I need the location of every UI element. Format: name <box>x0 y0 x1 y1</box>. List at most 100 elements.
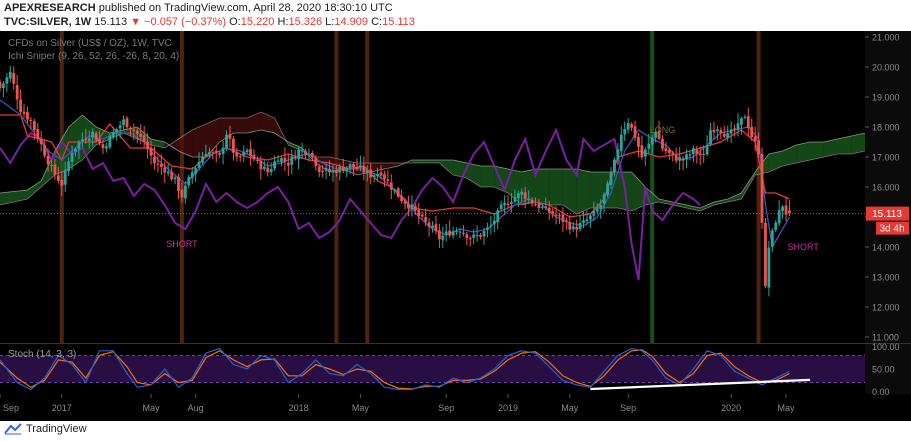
high-label: H: <box>277 16 289 28</box>
candle-body <box>310 152 314 157</box>
candle-body <box>733 128 736 130</box>
candle-body <box>455 231 458 233</box>
candle-body <box>389 182 393 190</box>
candle-body <box>29 119 33 121</box>
candle-body <box>599 205 603 209</box>
ichimoku-cloud-segment <box>480 166 495 187</box>
candle-body <box>280 158 283 162</box>
candle-body <box>698 153 702 156</box>
candle-body <box>510 201 513 204</box>
tradingview-footer: TradingView <box>4 423 87 435</box>
ichimoku-cloud-segment <box>851 133 865 154</box>
time-axis-label: Aug <box>188 403 204 413</box>
time-axis-label: Sep <box>438 403 454 413</box>
candle-body <box>221 147 225 155</box>
candle-body <box>362 165 366 173</box>
countdown-tag: 3d 4h <box>876 221 909 235</box>
candle-body <box>613 159 616 173</box>
time-axis-label: Sep <box>3 403 19 413</box>
candle-body <box>204 153 208 157</box>
candle-body <box>146 141 149 150</box>
publisher-name: APEXRESEARCH <box>4 2 96 14</box>
open-value: 15.220 <box>240 16 275 28</box>
low-value: 14.909 <box>334 16 369 28</box>
candle-body <box>582 220 585 223</box>
candle-body <box>647 143 651 149</box>
candle-body <box>513 197 517 202</box>
candle-body <box>77 142 81 149</box>
candle-body <box>685 154 688 160</box>
candle-body <box>22 111 26 114</box>
candle-body <box>496 210 500 223</box>
candle-body <box>32 121 36 131</box>
candle-body <box>225 134 228 149</box>
candle-body <box>50 164 53 166</box>
ichimoku-cloud-segment <box>576 169 591 214</box>
candle-body <box>544 206 548 209</box>
candle-body <box>746 116 750 128</box>
candle-body <box>427 222 431 227</box>
candle-body <box>633 126 637 138</box>
candle-body <box>774 222 778 231</box>
candle-body <box>609 172 613 185</box>
candle-body <box>262 166 266 170</box>
candle-body <box>678 157 682 161</box>
candle-body <box>554 214 558 216</box>
price-axis-label: 17.000 <box>872 153 900 163</box>
candle-body <box>269 168 273 173</box>
candle-body <box>0 81 2 89</box>
candle-body <box>245 150 249 152</box>
time-axis-label: May <box>778 403 796 413</box>
candle-body <box>465 234 469 239</box>
candle-body <box>53 164 57 175</box>
candle-body <box>705 145 709 155</box>
candle-body <box>328 168 331 173</box>
candle-body <box>630 124 633 128</box>
stoch-band-fill <box>0 355 865 383</box>
candle-body <box>506 203 510 206</box>
candle-body <box>297 150 301 159</box>
candle-body <box>534 204 537 206</box>
candle-body <box>142 135 146 143</box>
indicator-legend: Ichi Sniper (9, 26, 52, 26, -26, 8, 20, … <box>8 51 179 62</box>
candle-body <box>537 203 541 209</box>
ichimoku-cloud-segment <box>535 169 550 205</box>
candle-body <box>702 153 706 155</box>
candle-body <box>619 134 623 151</box>
candle-body <box>602 194 606 204</box>
stoch-axis-label: 50.00 <box>872 365 895 375</box>
candle-body <box>218 152 222 155</box>
time-axis <box>0 394 911 421</box>
candle-body <box>393 189 397 192</box>
candle-body <box>523 192 527 199</box>
candle-body <box>60 179 64 186</box>
candle-body <box>475 235 479 237</box>
candle-body <box>712 130 716 133</box>
candle-body <box>616 149 620 160</box>
candle-body <box>400 196 404 202</box>
candle-body <box>293 156 297 159</box>
tradingview-brand: TradingView <box>26 423 87 435</box>
candle-body <box>67 161 71 172</box>
candle-body <box>211 152 215 154</box>
candle-body <box>286 162 290 166</box>
candle-body <box>561 214 565 222</box>
candle-body <box>558 215 561 217</box>
candle-body <box>348 164 352 169</box>
candle-body <box>767 247 771 288</box>
candle-body <box>207 152 211 155</box>
candle-body <box>129 127 132 130</box>
candle-body <box>183 185 187 199</box>
candle-body <box>118 125 122 129</box>
ichimoku-cloud-segment <box>425 160 440 163</box>
candle-body <box>643 149 647 157</box>
candle-body <box>396 188 400 197</box>
candle-body <box>740 118 743 125</box>
main-legend-title: CFDs on Silver (US$ / OZ), 1W, TVC <box>8 38 172 49</box>
price-change: ▼ −0.057 (−0.37%) <box>130 16 227 28</box>
price-chart[interactable]: 21.00020.00019.00018.00017.00016.00015.0… <box>0 31 911 421</box>
candle-body <box>365 170 369 173</box>
candle-body <box>530 199 534 204</box>
candle-body <box>757 140 760 155</box>
candle-body <box>527 198 531 200</box>
